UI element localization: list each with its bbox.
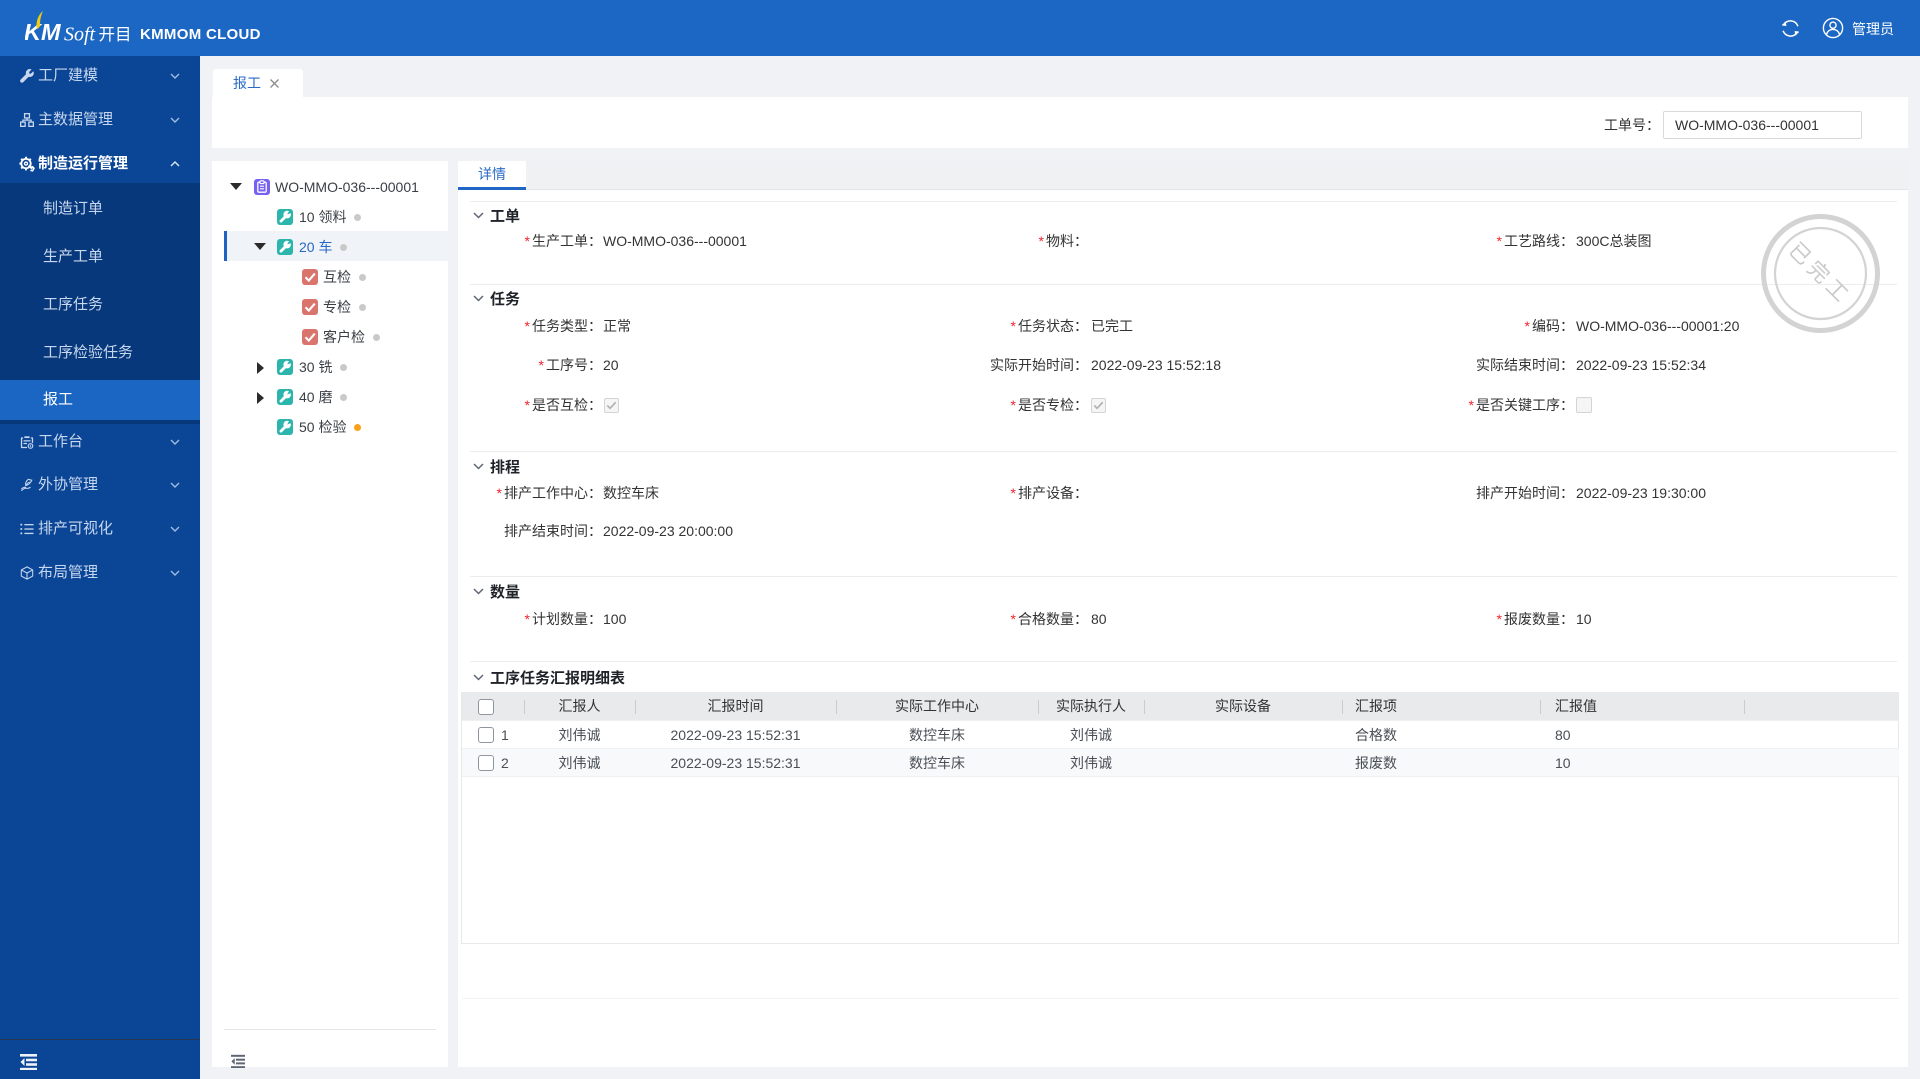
svg-text:已完工: 已完工: [1783, 235, 1859, 311]
svg-text:Soft: Soft: [64, 24, 96, 46]
svg-text:KMMOM CLOUD: KMMOM CLOUD: [140, 26, 261, 43]
svg-text:KM: KM: [25, 19, 61, 45]
svg-text:开目: 开目: [99, 21, 132, 45]
